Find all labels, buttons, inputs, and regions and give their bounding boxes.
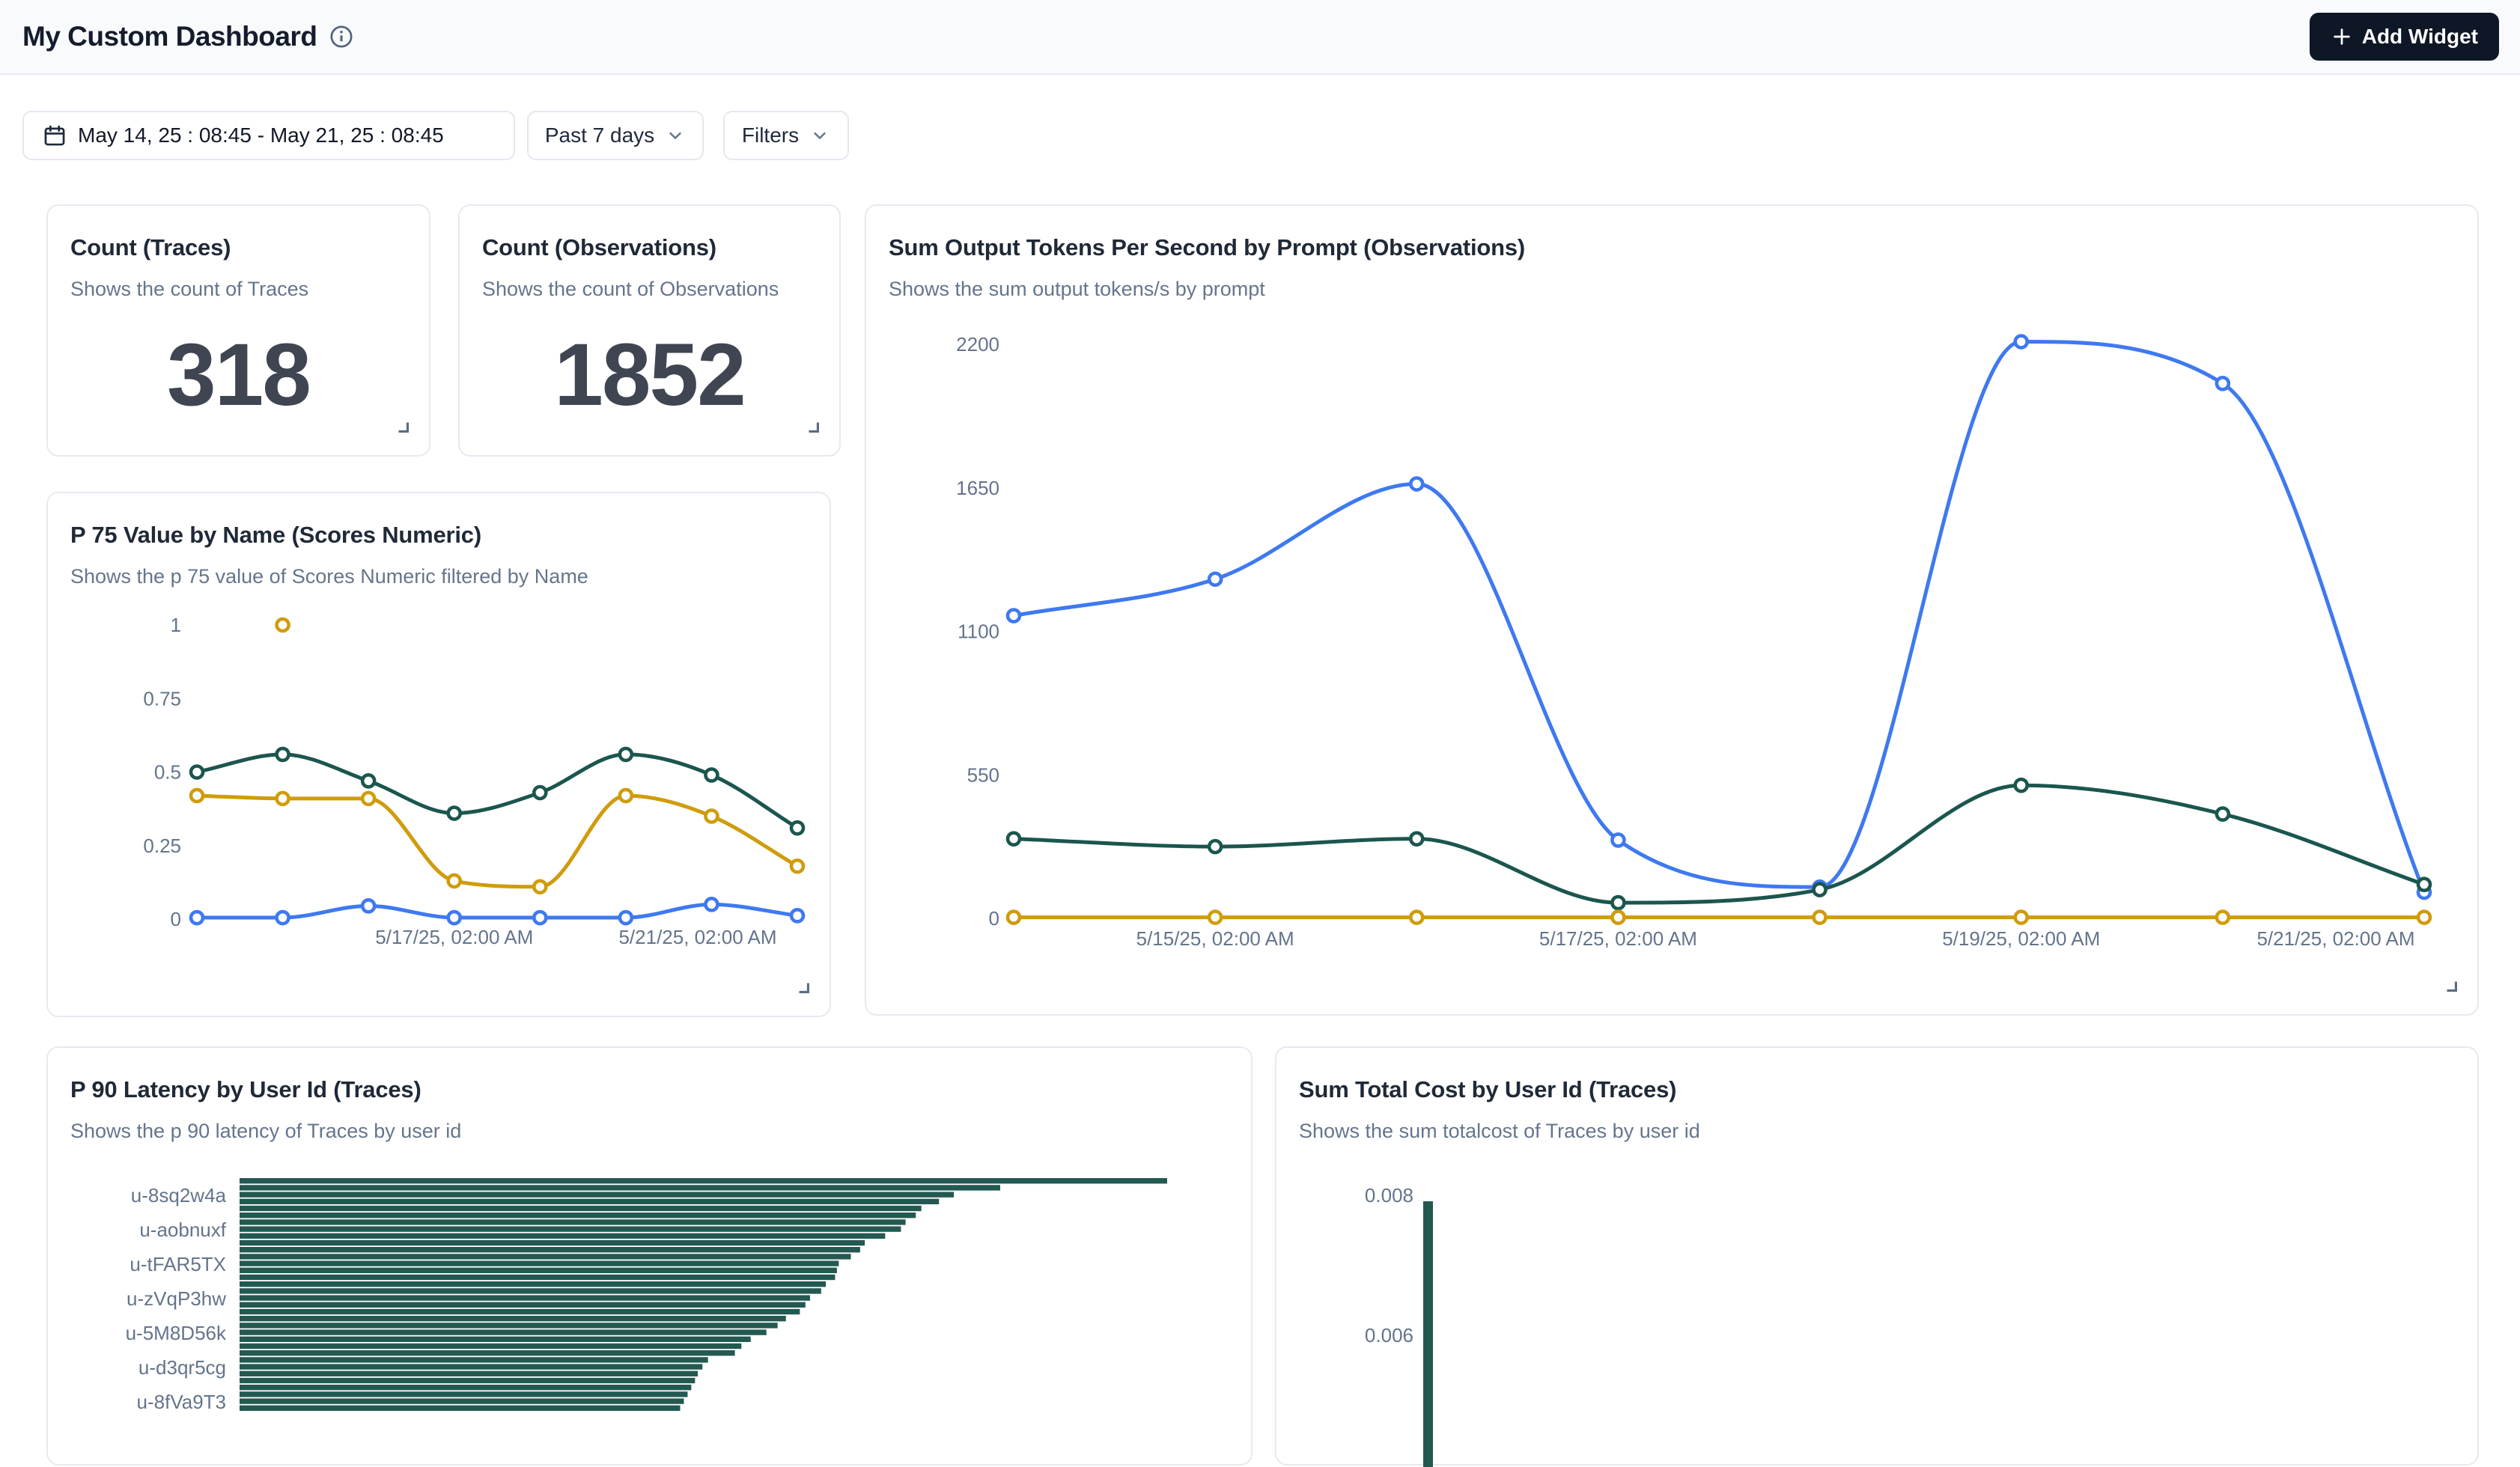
card-subtitle: Shows the count of Traces	[70, 278, 407, 301]
resize-handle-icon[interactable]	[805, 418, 821, 439]
time-preset-label: Past 7 days	[545, 123, 654, 147]
svg-text:5/17/25, 02:00 AM: 5/17/25, 02:00 AM	[1539, 927, 1697, 950]
filters-dropdown[interactable]: Filters	[723, 111, 849, 160]
add-widget-label: Add Widget	[2362, 25, 2478, 49]
add-widget-button[interactable]: Add Widget	[2310, 13, 2499, 61]
card-title: Count (Traces)	[70, 234, 407, 261]
info-icon[interactable]	[329, 24, 354, 49]
card-count-traces: Count (Traces) Shows the count of Traces…	[46, 204, 430, 457]
dashboard-page: { "header": { "title": "My Custom Dashbo…	[0, 0, 2520, 1407]
date-range-picker[interactable]: May 14, 25 : 08:45 - May 21, 25 : 08:45	[22, 111, 515, 160]
svg-text:1650: 1650	[956, 477, 999, 499]
svg-text:u-8sq2w4a: u-8sq2w4a	[131, 1184, 227, 1207]
svg-text:5/21/25, 02:00 AM: 5/21/25, 02:00 AM	[2256, 927, 2414, 950]
time-preset-dropdown[interactable]: Past 7 days	[527, 111, 704, 160]
svg-text:0.006: 0.006	[1365, 1324, 1413, 1346]
svg-text:1: 1	[171, 614, 181, 636]
count-traces-value: 318	[48, 324, 429, 426]
card-p90-latency: P 90 Latency by User Id (Traces) Shows t…	[46, 1046, 1253, 1466]
svg-text:2200: 2200	[956, 333, 999, 356]
svg-text:u-8fVa9T3: u-8fVa9T3	[137, 1391, 226, 1413]
top-header: My Custom Dashboard Add Widget	[0, 0, 2520, 75]
svg-text:5/15/25, 02:00 AM: 5/15/25, 02:00 AM	[1136, 927, 1294, 950]
page-title: My Custom Dashboard	[22, 21, 317, 52]
svg-text:u-5M8D56k: u-5M8D56k	[126, 1322, 227, 1344]
svg-text:1100: 1100	[958, 620, 999, 643]
filters-label: Filters	[742, 123, 799, 147]
p75-line-chart: 0 0.25 0.5 0.75 1 5/17/25, 02:00 AM 5/21/25, 0…	[48, 493, 833, 1019]
card-tokens-per-second: Sum Output Tokens Per Second by Prompt (…	[865, 204, 2479, 1016]
plus-icon	[2331, 25, 2353, 48]
card-p75-value: P 75 Value by Name (Scores Numeric) Show…	[46, 492, 831, 1017]
svg-text:5/17/25, 02:00 AM: 5/17/25, 02:00 AM	[375, 926, 533, 948]
svg-text:0.75: 0.75	[143, 687, 181, 710]
card-subtitle: Shows the count of Observations	[482, 278, 817, 301]
cost-bar-chart: 0.008 0.006	[1276, 1048, 2480, 1467]
svg-text:u-d3qr5cg: u-d3qr5cg	[139, 1356, 226, 1379]
svg-text:0.25: 0.25	[143, 835, 181, 857]
resize-handle-icon[interactable]	[395, 418, 411, 439]
card-count-observations: Count (Observations) Shows the count of …	[458, 204, 841, 457]
svg-text:u-tFAR5TX: u-tFAR5TX	[130, 1253, 226, 1275]
svg-text:0.5: 0.5	[154, 761, 181, 784]
resize-handle-icon[interactable]	[2443, 978, 2459, 998]
svg-text:0.008: 0.008	[1365, 1184, 1413, 1207]
chevron-down-icon	[665, 125, 686, 146]
tokens-line-chart: 0 550 1100 1650 2200 5/15/25, 02:00 AM 5/17/25…	[866, 206, 2480, 1017]
card-title: Count (Observations)	[482, 234, 817, 261]
calendar-icon	[42, 123, 67, 148]
count-observations-value: 1852	[460, 324, 839, 426]
resize-handle-icon[interactable]	[795, 979, 812, 999]
svg-text:5/19/25, 02:00 AM: 5/19/25, 02:00 AM	[1942, 927, 2100, 950]
svg-text:u-zVqP3hw: u-zVqP3hw	[127, 1287, 226, 1310]
chevron-down-icon	[809, 125, 830, 146]
svg-text:0: 0	[989, 907, 999, 930]
svg-text:550: 550	[967, 763, 999, 786]
date-range-label: May 14, 25 : 08:45 - May 21, 25 : 08:45	[78, 123, 444, 147]
svg-text:u-aobnuxf: u-aobnuxf	[139, 1219, 226, 1241]
p90-bar-chart: u-8sq2w4a u-aobnuxf u-tFAR5TX u-zVqP3hw u-5M…	[48, 1048, 1254, 1467]
svg-text:0: 0	[171, 908, 181, 930]
card-sum-total-cost: Sum Total Cost by User Id (Traces) Shows…	[1275, 1046, 2479, 1466]
svg-text:5/21/25, 02:00 AM: 5/21/25, 02:00 AM	[618, 926, 776, 948]
